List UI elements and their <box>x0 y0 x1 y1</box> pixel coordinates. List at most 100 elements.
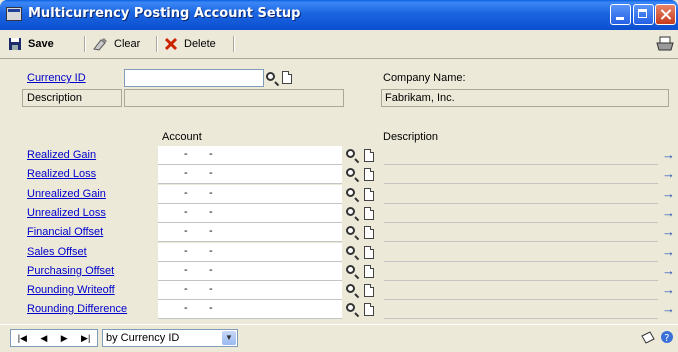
first-record-icon[interactable]: |◀ <box>18 333 27 344</box>
account-value: - - <box>184 225 213 237</box>
company-name-value: Fabrikam, Inc. <box>385 92 455 104</box>
row-label[interactable]: Financial Offset <box>27 226 103 238</box>
lookup-icon <box>346 207 355 216</box>
previous-record-icon[interactable]: ◀ <box>40 333 47 344</box>
account-description <box>384 204 658 223</box>
new-document-icon[interactable] <box>364 246 374 259</box>
maximize-button[interactable] <box>633 4 654 25</box>
new-document-icon[interactable] <box>364 284 374 297</box>
currency-id-lookup-button[interactable] <box>266 72 278 84</box>
description-field <box>124 89 344 107</box>
account-input[interactable]: - - <box>158 281 342 300</box>
save-label: Save <box>28 38 54 50</box>
lookup-icon <box>346 226 355 235</box>
print-button[interactable] <box>656 35 674 53</box>
expand-arrow-icon[interactable]: → <box>662 244 675 259</box>
delete-button[interactable]: Delete <box>164 35 216 53</box>
account-description <box>384 262 658 281</box>
save-button[interactable]: Save <box>8 35 54 53</box>
account-lookup-button[interactable] <box>346 284 358 296</box>
new-document-icon[interactable] <box>364 265 374 278</box>
row-label[interactable]: Realized Gain <box>27 149 96 161</box>
lookup-icon <box>346 246 355 255</box>
account-value: - - <box>184 302 213 314</box>
account-input[interactable]: - - <box>158 223 342 242</box>
lookup-icon <box>346 303 355 312</box>
account-input[interactable]: - - <box>158 146 342 165</box>
toolbar: Save Clear Delete <box>0 30 678 59</box>
expand-arrow-icon[interactable]: → <box>662 186 675 201</box>
toolbar-separator <box>84 36 86 52</box>
new-document-icon[interactable] <box>364 188 374 201</box>
help-icon[interactable]: ? <box>660 330 674 344</box>
expand-arrow-icon[interactable]: → <box>662 166 675 181</box>
new-document-icon[interactable] <box>282 71 292 84</box>
new-document-icon[interactable] <box>364 207 374 220</box>
account-value: - - <box>184 187 213 199</box>
expand-arrow-icon[interactable]: → <box>662 263 675 278</box>
account-lookup-button[interactable] <box>346 303 358 315</box>
account-description <box>384 243 658 262</box>
clear-button[interactable]: Clear <box>92 35 140 53</box>
chevron-down-icon[interactable]: ▼ <box>222 331 236 345</box>
account-value: - - <box>184 148 213 160</box>
account-lookup-button[interactable] <box>346 168 358 180</box>
account-input[interactable]: - - <box>158 204 342 223</box>
window: Multicurrency Posting Account Setup Save… <box>0 0 678 352</box>
last-record-icon[interactable]: ▶| <box>81 333 90 344</box>
row-label[interactable]: Realized Loss <box>27 168 96 180</box>
currency-id-label[interactable]: Currency ID <box>27 72 86 84</box>
account-value: - - <box>184 283 213 295</box>
expand-arrow-icon[interactable]: → <box>662 147 675 162</box>
account-lookup-button[interactable] <box>346 149 358 161</box>
expand-arrow-icon[interactable]: → <box>662 224 675 239</box>
currency-id-input[interactable] <box>124 69 264 87</box>
account-description <box>384 300 658 319</box>
next-record-icon[interactable]: ▶ <box>61 333 68 344</box>
account-input[interactable]: - - <box>158 262 342 281</box>
description-label-box: Description <box>22 89 122 107</box>
expand-arrow-icon[interactable]: → <box>662 205 675 220</box>
row-label[interactable]: Unrealized Loss <box>27 207 106 219</box>
company-name-label: Company Name: <box>383 72 466 84</box>
lookup-icon <box>346 168 355 177</box>
account-description <box>384 146 658 165</box>
clear-icon <box>93 38 107 51</box>
account-input[interactable]: - - <box>158 165 342 184</box>
clear-label: Clear <box>114 38 141 50</box>
close-button[interactable] <box>655 4 676 25</box>
account-input[interactable]: - - <box>158 185 342 204</box>
account-lookup-button[interactable] <box>346 226 358 238</box>
toolbar-separator <box>156 36 158 52</box>
row-label[interactable]: Rounding Writeoff <box>27 284 115 296</box>
minimize-button[interactable] <box>610 4 631 25</box>
row-label[interactable]: Purchasing Offset <box>27 265 114 277</box>
delete-icon <box>164 37 178 51</box>
note-icon[interactable] <box>640 331 656 345</box>
account-value: - - <box>184 264 213 276</box>
sort-by-select[interactable]: by Currency ID ▼ <box>102 329 238 347</box>
company-name-field: Fabrikam, Inc. <box>381 89 669 107</box>
account-input[interactable]: - - <box>158 243 342 262</box>
new-document-icon[interactable] <box>364 303 374 316</box>
row-label[interactable]: Unrealized Gain <box>27 188 106 200</box>
account-lookup-button[interactable] <box>346 188 358 200</box>
account-lookup-button[interactable] <box>346 265 358 277</box>
app-icon <box>6 7 22 21</box>
title-bar: Multicurrency Posting Account Setup <box>0 0 678 30</box>
account-column-header: Account <box>162 131 202 143</box>
account-description <box>384 185 658 204</box>
account-input[interactable]: - - <box>158 300 342 319</box>
expand-arrow-icon[interactable]: → <box>662 301 675 316</box>
lookup-icon <box>346 149 355 158</box>
account-lookup-button[interactable] <box>346 207 358 219</box>
expand-arrow-icon[interactable]: → <box>662 282 675 297</box>
account-lookup-button[interactable] <box>346 246 358 258</box>
row-label[interactable]: Rounding Difference <box>27 303 127 315</box>
new-document-icon[interactable] <box>364 226 374 239</box>
new-document-icon[interactable] <box>364 149 374 162</box>
new-document-icon[interactable] <box>364 168 374 181</box>
account-description <box>384 281 658 300</box>
svg-text:?: ? <box>664 333 669 344</box>
row-label[interactable]: Sales Offset <box>27 246 87 258</box>
